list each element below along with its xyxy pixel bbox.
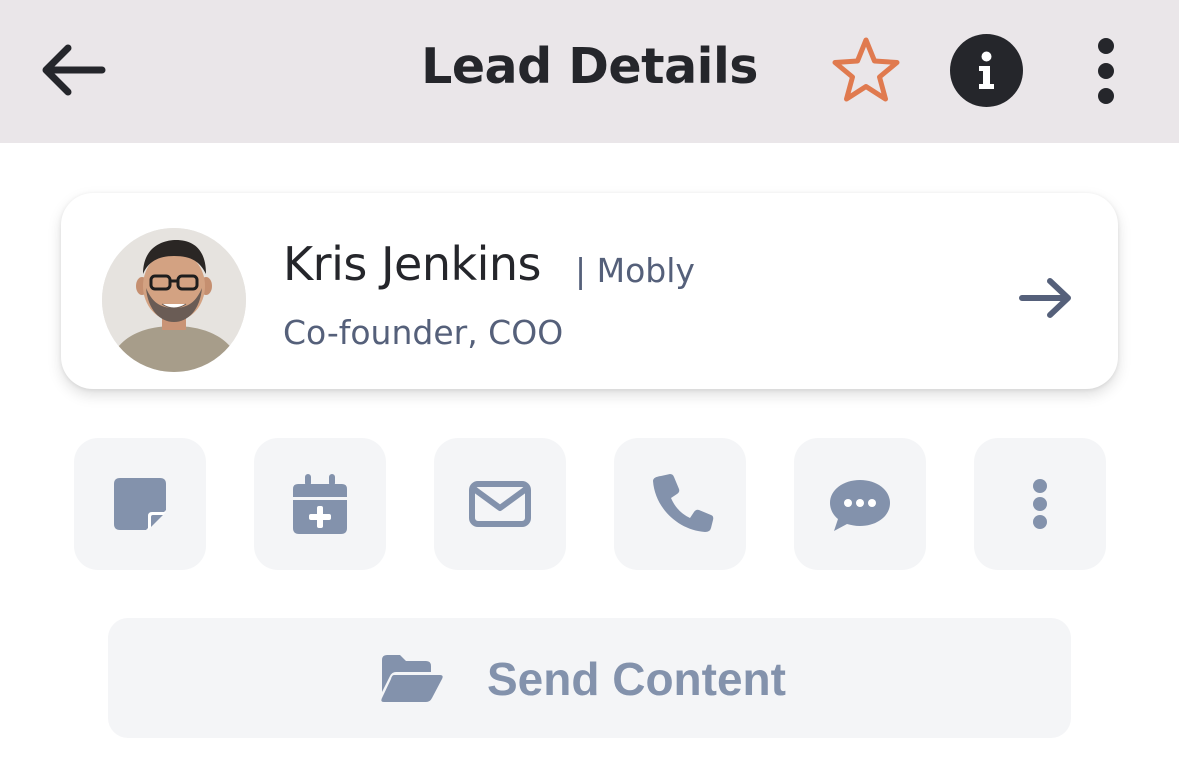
avatar [102, 228, 246, 372]
folder-open-icon [381, 655, 443, 702]
lead-card[interactable]: Kris Jenkins | Mobly Co-founder, COO [61, 193, 1118, 389]
phone-icon [653, 474, 714, 532]
send-content-button[interactable]: Send Content [108, 618, 1071, 738]
top-app-bar: Lead Details [0, 0, 1179, 143]
calendar-add-icon [293, 474, 347, 534]
note-icon [114, 478, 166, 530]
email-icon [469, 481, 531, 527]
send-email-button[interactable] [434, 438, 566, 570]
more-actions-button[interactable] [974, 438, 1106, 570]
add-note-button[interactable] [74, 438, 206, 570]
more-vertical-icon [1033, 479, 1047, 529]
arrow-right-icon [1019, 278, 1071, 318]
send-content-label: Send Content [487, 653, 786, 705]
lead-company: | Mobly [575, 251, 695, 290]
kebab-vertical-icon [1098, 38, 1114, 104]
avatar-photo [102, 228, 246, 372]
info-icon [979, 51, 994, 89]
more-options-button[interactable] [1084, 36, 1128, 106]
quick-actions-bar [0, 438, 1179, 570]
lead-name: Kris Jenkins [283, 237, 542, 291]
info-button[interactable] [950, 34, 1023, 107]
send-message-button[interactable] [794, 438, 926, 570]
star-outline-icon [832, 37, 900, 102]
favorite-button[interactable] [828, 34, 904, 106]
lead-job-title: Co-founder, COO [283, 313, 564, 352]
call-button[interactable] [614, 438, 746, 570]
schedule-meeting-button[interactable] [254, 438, 386, 570]
chat-icon [830, 480, 890, 531]
